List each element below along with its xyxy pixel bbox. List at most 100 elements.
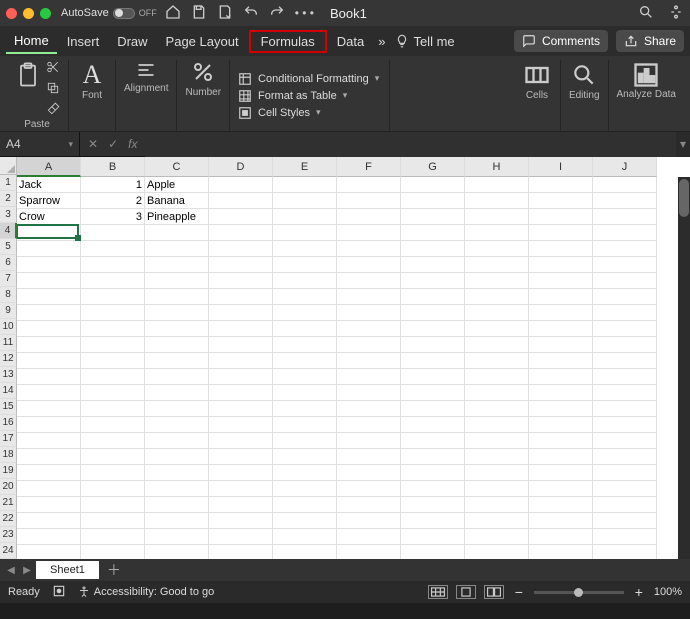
sheet-nav-prev[interactable]: ◀: [4, 563, 18, 577]
row-header-7[interactable]: 7: [0, 271, 17, 287]
cell-D1[interactable]: [209, 177, 273, 193]
cell-F14[interactable]: [337, 385, 401, 401]
cell-F21[interactable]: [337, 497, 401, 513]
editing-button[interactable]: [569, 60, 599, 90]
cell-B18[interactable]: [81, 449, 145, 465]
cell-E10[interactable]: [273, 321, 337, 337]
cell-C4[interactable]: [145, 225, 209, 241]
cell-C18[interactable]: [145, 449, 209, 465]
row-header-2[interactable]: 2: [0, 191, 17, 207]
cell-H12[interactable]: [465, 353, 529, 369]
cell-D7[interactable]: [209, 273, 273, 289]
cell-E12[interactable]: [273, 353, 337, 369]
cell-E23[interactable]: [273, 529, 337, 545]
formula-input[interactable]: [145, 132, 676, 157]
cell-A15[interactable]: [17, 401, 81, 417]
cell-I12[interactable]: [529, 353, 593, 369]
undo-icon[interactable]: [243, 4, 259, 23]
cell-G20[interactable]: [401, 481, 465, 497]
cell-E24[interactable]: [273, 545, 337, 559]
cell-C22[interactable]: [145, 513, 209, 529]
name-box[interactable]: A4 ▾: [0, 132, 80, 157]
cell-E7[interactable]: [273, 273, 337, 289]
row-header-21[interactable]: 21: [0, 495, 17, 511]
view-page-break-button[interactable]: [484, 585, 504, 599]
cell-B23[interactable]: [81, 529, 145, 545]
format-as-table-button[interactable]: Format as Table ▾: [238, 89, 379, 103]
cell-A17[interactable]: [17, 433, 81, 449]
cell-J21[interactable]: [593, 497, 657, 513]
tell-me-control[interactable]: Tell me: [391, 34, 458, 49]
cell-B24[interactable]: [81, 545, 145, 559]
cell-J7[interactable]: [593, 273, 657, 289]
column-header-A[interactable]: A: [17, 157, 81, 177]
cell-H18[interactable]: [465, 449, 529, 465]
cell-J16[interactable]: [593, 417, 657, 433]
cell-E9[interactable]: [273, 305, 337, 321]
search-icon[interactable]: [638, 4, 654, 23]
cell-D12[interactable]: [209, 353, 273, 369]
tab-insert[interactable]: Insert: [59, 30, 108, 53]
column-header-C[interactable]: C: [145, 157, 209, 177]
cell-C19[interactable]: [145, 465, 209, 481]
column-header-J[interactable]: J: [593, 157, 657, 177]
cell-F20[interactable]: [337, 481, 401, 497]
cell-F1[interactable]: [337, 177, 401, 193]
cell-A24[interactable]: [17, 545, 81, 559]
tab-page-layout[interactable]: Page Layout: [158, 30, 247, 53]
cell-C7[interactable]: [145, 273, 209, 289]
cell-J14[interactable]: [593, 385, 657, 401]
cell-H1[interactable]: [465, 177, 529, 193]
analyze-data-button[interactable]: [631, 60, 661, 90]
cell-E8[interactable]: [273, 289, 337, 305]
font-button[interactable]: A: [77, 60, 107, 90]
cell-J10[interactable]: [593, 321, 657, 337]
cell-C23[interactable]: [145, 529, 209, 545]
cell-D3[interactable]: [209, 209, 273, 225]
cell-styles-button[interactable]: Cell Styles ▾: [238, 106, 379, 120]
cell-D2[interactable]: [209, 193, 273, 209]
cell-B10[interactable]: [81, 321, 145, 337]
cell-C5[interactable]: [145, 241, 209, 257]
row-header-24[interactable]: 24: [0, 543, 17, 559]
zoom-slider[interactable]: [534, 591, 624, 594]
cell-B14[interactable]: [81, 385, 145, 401]
cell-H4[interactable]: [465, 225, 529, 241]
cell-C21[interactable]: [145, 497, 209, 513]
cell-J11[interactable]: [593, 337, 657, 353]
cell-F8[interactable]: [337, 289, 401, 305]
cell-I23[interactable]: [529, 529, 593, 545]
cell-D15[interactable]: [209, 401, 273, 417]
cell-A7[interactable]: [17, 273, 81, 289]
cell-A16[interactable]: [17, 417, 81, 433]
cell-E15[interactable]: [273, 401, 337, 417]
cell-J23[interactable]: [593, 529, 657, 545]
cell-I15[interactable]: [529, 401, 593, 417]
select-all-corner[interactable]: [0, 157, 17, 175]
cell-D6[interactable]: [209, 257, 273, 273]
cell-G6[interactable]: [401, 257, 465, 273]
cell-B1[interactable]: 1: [81, 177, 145, 193]
cell-F19[interactable]: [337, 465, 401, 481]
cell-I7[interactable]: [529, 273, 593, 289]
cell-F10[interactable]: [337, 321, 401, 337]
cell-F13[interactable]: [337, 369, 401, 385]
cell-B15[interactable]: [81, 401, 145, 417]
zoom-slider-knob[interactable]: [574, 588, 583, 597]
cell-I6[interactable]: [529, 257, 593, 273]
cell-G1[interactable]: [401, 177, 465, 193]
row-header-3[interactable]: 3: [0, 207, 17, 223]
cell-E5[interactable]: [273, 241, 337, 257]
insert-function-button[interactable]: fx: [128, 137, 137, 151]
cell-A19[interactable]: [17, 465, 81, 481]
home-icon[interactable]: [165, 4, 181, 23]
cell-J22[interactable]: [593, 513, 657, 529]
cell-D14[interactable]: [209, 385, 273, 401]
cell-C20[interactable]: [145, 481, 209, 497]
row-header-19[interactable]: 19: [0, 463, 17, 479]
column-header-B[interactable]: B: [81, 157, 145, 177]
cell-A23[interactable]: [17, 529, 81, 545]
cell-B3[interactable]: 3: [81, 209, 145, 225]
cell-D10[interactable]: [209, 321, 273, 337]
cell-H17[interactable]: [465, 433, 529, 449]
